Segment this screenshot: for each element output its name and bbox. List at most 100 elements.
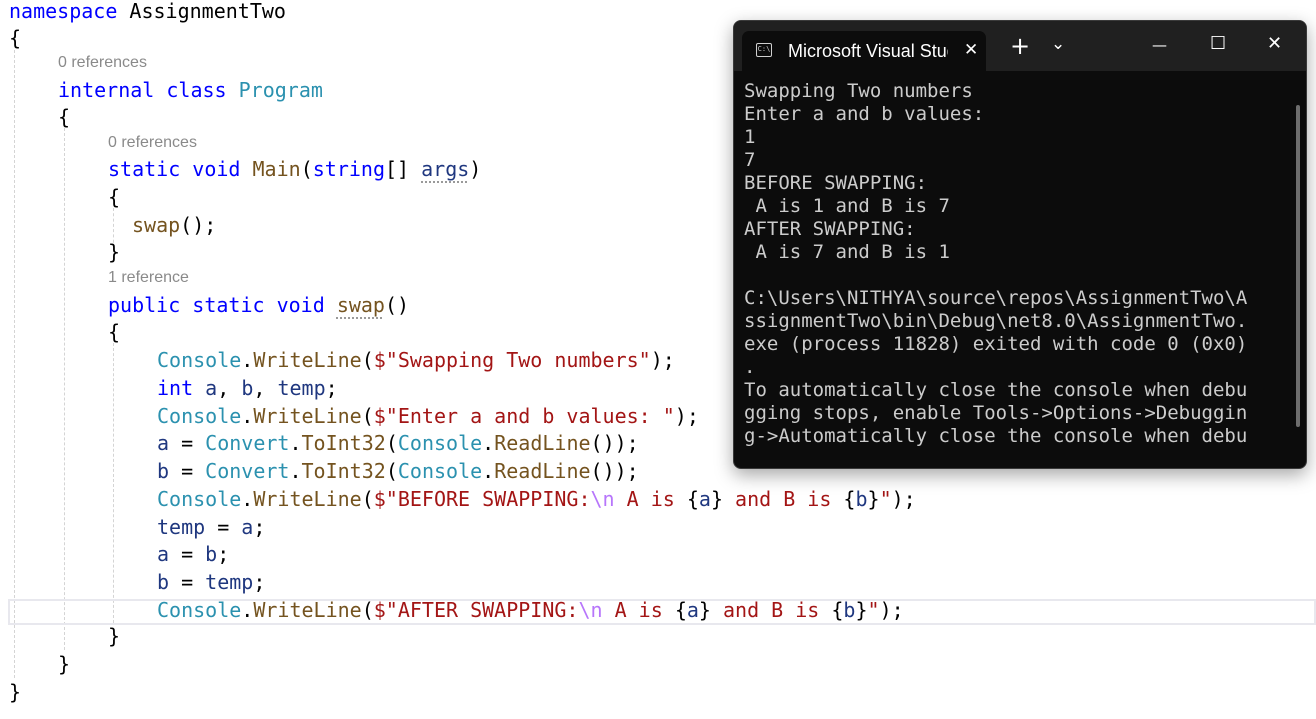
code-line-brace: { (108, 183, 120, 211)
token: Convert (205, 431, 290, 455)
code-line-read-b: b = Convert.ToInt32(Console.ReadLine()); (157, 457, 639, 485)
token: internal (58, 78, 155, 102)
code-line-brace: { (58, 103, 70, 131)
console-line: 7 (744, 149, 756, 171)
token: } (710, 487, 723, 511)
close-tab-button[interactable]: ✕ (964, 39, 978, 61)
maximize-button[interactable]: ☐ (1210, 33, 1226, 55)
token: public (108, 293, 181, 317)
terminal-tab[interactable]: C:\ Microsoft Visual Studio Debug Consol… (742, 31, 986, 71)
new-tab-button[interactable]: + (1010, 34, 1030, 58)
console-line: C:\Users\NITHYA\source\repos\AssignmentT… (744, 287, 1248, 309)
code-line-writeline-before: Console.WriteLine($"BEFORE SWAPPING:\n A… (157, 485, 916, 513)
token: a (686, 598, 699, 622)
token: a (698, 487, 711, 511)
token: ToInt32 (301, 431, 386, 455)
token: . (289, 431, 302, 455)
token: , (217, 376, 242, 400)
token: ( (300, 157, 313, 181)
token: { (674, 598, 687, 622)
code-line-read-a: a = Convert.ToInt32(Console.ReadLine()); (157, 429, 639, 457)
token: b (157, 570, 170, 594)
token: } (855, 598, 868, 622)
token: } (108, 624, 121, 648)
console-line: g->Automatically close the console when … (744, 425, 1248, 447)
token: Console (157, 598, 242, 622)
indent-guide (14, 50, 15, 678)
token: ( (361, 487, 374, 511)
token: class (166, 78, 227, 102)
scrollbar[interactable] (1296, 105, 1300, 427)
console-line: AFTER SWAPPING: (744, 218, 916, 240)
code-line-class-decl: internal class Program (58, 76, 323, 104)
tab-dropdown-button[interactable]: ⌄ (1051, 33, 1065, 55)
token: ) (469, 157, 482, 181)
token: \n (590, 487, 615, 511)
token: static (192, 293, 265, 317)
token: Program (238, 78, 323, 102)
token: Console (397, 459, 483, 483)
token: { (58, 105, 71, 129)
code-line-brace: } (108, 622, 120, 650)
minimize-button[interactable]: — (1152, 34, 1167, 56)
token: temp (277, 376, 326, 400)
code-line-swap-decl: public static void swap() (108, 291, 409, 319)
token: $"Enter a and b values: " (373, 404, 675, 428)
token: [] (384, 157, 422, 181)
code-line-assign: a = b; (157, 540, 229, 568)
code-line-assign: b = temp; (157, 568, 265, 596)
codelens-swap-references[interactable]: 1 reference (108, 268, 189, 288)
token: ReadLine (494, 431, 591, 455)
token: A is (602, 598, 675, 622)
token: } (698, 598, 711, 622)
token: temp (157, 515, 206, 539)
tab-title: Microsoft Visual Studio Debug Console (788, 41, 948, 61)
token: ; (253, 515, 266, 539)
token: } (9, 680, 22, 704)
token: Console (157, 487, 242, 511)
token: ; (253, 570, 266, 594)
token: . (289, 459, 302, 483)
token: A is (614, 487, 687, 511)
token: Convert (205, 459, 290, 483)
token: int (157, 376, 194, 400)
token: (); (180, 213, 217, 237)
token: Console (157, 404, 242, 428)
token: ; (217, 542, 230, 566)
terminal-titlebar[interactable]: C:\ Microsoft Visual Studio Debug Consol… (734, 21, 1306, 71)
token: $"Swapping Two numbers" (373, 348, 651, 372)
code-line-swap-call: swap(); (132, 211, 216, 239)
debug-console-window[interactable]: C:\ Microsoft Visual Studio Debug Consol… (733, 20, 1307, 469)
token: ); (891, 487, 916, 511)
token: WriteLine (253, 348, 362, 372)
token: b (855, 487, 868, 511)
console-line: 1 (744, 126, 756, 148)
close-window-button[interactable]: ✕ (1267, 33, 1282, 55)
token: void (192, 157, 241, 181)
codelens-class-references[interactable]: 0 references (58, 53, 147, 73)
token: a (157, 542, 170, 566)
code-line-assign: temp = a; (157, 513, 265, 541)
console-output[interactable]: Swapping Two numbers Enter a and b values… (744, 80, 1284, 448)
console-line: BEFORE SWAPPING: (744, 172, 928, 194)
token: = (169, 542, 206, 566)
token: , (253, 376, 278, 400)
token: a (205, 376, 218, 400)
token: WriteLine (253, 487, 362, 511)
code-line-brace: { (9, 24, 21, 52)
token: swap (336, 293, 385, 317)
token: . (241, 487, 254, 511)
token: ( (361, 598, 374, 622)
console-icon: C:\ (756, 43, 772, 57)
token: ; (325, 376, 338, 400)
codelens-main-references[interactable]: 0 references (108, 133, 197, 153)
console-line: gging stops, enable Tools->Options->Debu… (744, 402, 1248, 424)
token: void (276, 293, 325, 317)
token: ( (361, 348, 374, 372)
indent-guide (64, 128, 65, 650)
token: = (169, 431, 206, 455)
